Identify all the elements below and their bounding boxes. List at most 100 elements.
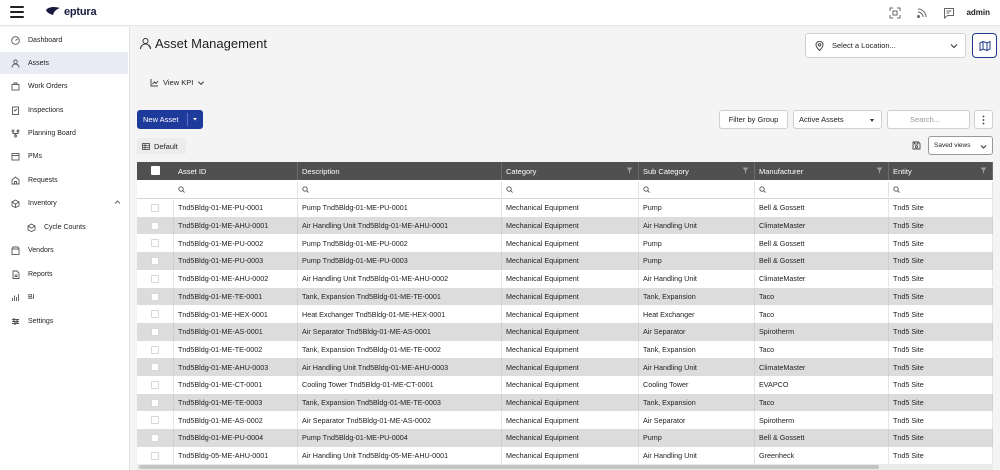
row-checkbox[interactable] [151, 451, 159, 460]
select-all-checkbox[interactable] [151, 166, 160, 175]
row-checkbox[interactable] [151, 434, 159, 443]
row-checkbox[interactable] [151, 363, 159, 372]
filter-icon[interactable] [626, 167, 633, 174]
sidebar-item-assets[interactable]: Assets [0, 52, 128, 74]
cell-description: Air Separator Tnd5Bldg-01-ME-AS-0002 [302, 415, 431, 425]
table-row[interactable]: Tnd5Bldg-01-ME-PU-0003 Pump Tnd5Bldg-01-M… [137, 252, 993, 270]
column-filter-sub-category[interactable] [639, 182, 755, 197]
sidebar-item-planning-board[interactable]: Planning Board [0, 122, 128, 144]
view-kpi-toggle[interactable]: View KPI [150, 78, 205, 87]
column-filter-entity[interactable] [889, 182, 993, 197]
table-row[interactable]: Tnd5Bldg-01-ME-AHU-0002 Air Handling Unit… [137, 269, 993, 288]
active-assets-select[interactable]: Active Assets [793, 110, 882, 129]
sidebar-item-requests[interactable]: Requests [0, 169, 128, 191]
column-header-category[interactable]: Category [502, 162, 639, 180]
caret-down-icon[interactable] [191, 115, 199, 123]
default-view-tab[interactable]: Default [137, 138, 186, 154]
row-checkbox[interactable] [151, 381, 159, 389]
saved-views-select[interactable]: Saved views [928, 136, 993, 155]
row-checkbox[interactable] [151, 345, 159, 354]
user-name[interactable]: admin [966, 8, 990, 17]
column-filter-manufacturer[interactable] [755, 182, 889, 197]
more-options-button[interactable] [974, 110, 993, 129]
filter-icon[interactable] [876, 167, 883, 174]
chart-icon [150, 79, 159, 87]
cell-asset-id: Tnd5Bldg-01-ME-AS-0002 [178, 415, 263, 425]
sidebar-item-vendors[interactable]: Vendors [0, 239, 128, 261]
search-input[interactable] [887, 110, 970, 129]
sidebar-item-pms[interactable]: PMs [0, 145, 128, 167]
dashboard-icon [11, 35, 20, 45]
column-filter-description[interactable] [298, 182, 502, 197]
sidebar-item-cycle-counts[interactable]: Cycle Counts [0, 216, 128, 238]
save-icon [912, 141, 920, 149]
qr-scan-icon[interactable] [889, 7, 901, 19]
row-checkbox[interactable] [151, 257, 159, 266]
cell-entity: Tnd5 Site [893, 433, 924, 443]
cell-asset-id: Tnd5Bldg-01-ME-TE-0001 [178, 291, 263, 301]
cell-entity: Tnd5 Site [893, 380, 924, 390]
menu-icon[interactable] [10, 6, 24, 18]
filter-icon[interactable] [742, 167, 749, 174]
sidebar-item-label: Requests [28, 176, 58, 184]
column-header-label: Category [506, 166, 537, 176]
sidebar-item-reports[interactable]: Reports [0, 263, 128, 285]
table-row[interactable]: Tnd5Bldg-01-ME-CT-0001 Cooling Tower Tnd5… [137, 376, 993, 394]
filter-icon[interactable] [980, 167, 987, 174]
column-header-manufacturer[interactable]: Manufacturer [755, 162, 889, 180]
table-row[interactable]: Tnd5Bldg-01-ME-PU-0004 Pump Tnd5Bldg-01-M… [137, 429, 993, 447]
row-checkbox[interactable] [151, 204, 159, 212]
cell-description: Tank, Expansion Tnd5Bldg-01-ME-TE-0003 [302, 398, 441, 408]
sidebar-item-inspections[interactable]: Inspections [0, 99, 128, 121]
row-checkbox[interactable] [151, 416, 159, 425]
search-icon [506, 186, 513, 193]
column-filter-asset-id[interactable] [174, 182, 298, 197]
table-row[interactable]: Tnd5Bldg-01-ME-TE-0001 Tank, Expansion Tn… [137, 287, 993, 306]
cell-category: Mechanical Equipment [506, 415, 579, 425]
table-row[interactable]: Tnd5Bldg-01-ME-AS-0001 Air Separator Tnd5… [137, 322, 993, 341]
cell-asset-id: Tnd5Bldg-01-ME-PU-0002 [178, 238, 264, 248]
scrollbar-thumb[interactable] [139, 465, 879, 469]
cell-manufacturer: ClimateMaster [759, 221, 806, 231]
filter-by-group-button[interactable]: Filter by Group [719, 110, 788, 129]
table-row[interactable]: Tnd5Bldg-01-ME-TE-0002 Tank, Expansion Tn… [137, 340, 993, 359]
column-filter-category[interactable] [502, 182, 639, 197]
table-row[interactable]: Tnd5Bldg-01-ME-HEX-0001 Heat Exchanger Tn… [137, 305, 993, 323]
row-checkbox[interactable] [151, 239, 159, 248]
location-select[interactable]: Select a Location... [805, 33, 966, 58]
asset-grid: Asset ID Description Category Sub Catego… [137, 162, 993, 470]
cell-sub-category: Air Handling Unit [643, 274, 697, 284]
sidebar-item-work-orders[interactable]: Work Orders [0, 75, 128, 97]
row-checkbox[interactable] [151, 310, 159, 319]
sidebar-item-settings[interactable]: Settings [0, 310, 128, 332]
save-view-button[interactable] [907, 136, 925, 154]
row-checkbox[interactable] [151, 292, 159, 301]
horizontal-scrollbar[interactable] [137, 464, 993, 470]
table-row[interactable]: Tnd5Bldg-01-ME-AHU-0003 Air Handling Unit… [137, 358, 993, 376]
chevron-up-icon[interactable] [114, 199, 121, 206]
column-header-sub-category[interactable]: Sub Category [639, 162, 755, 180]
row-checkbox[interactable] [151, 221, 159, 230]
column-header-asset-id[interactable]: Asset ID [174, 162, 298, 180]
column-header-entity[interactable]: Entity [889, 162, 993, 180]
table-row[interactable]: Tnd5Bldg-01-ME-TE-0003 Tank, Expansion Tn… [137, 393, 993, 412]
table-row[interactable]: Tnd5Bldg-01-ME-PU-0001 Pump Tnd5Bldg-01-M… [137, 199, 993, 217]
sidebar-item-bi[interactable]: BI [0, 286, 128, 308]
table-row[interactable]: Tnd5Bldg-01-ME-PU-0002 Pump Tnd5Bldg-01-M… [137, 234, 993, 253]
cell-description: Tank, Expansion Tnd5Bldg-01-ME-TE-0002 [302, 344, 441, 354]
table-row[interactable]: Tnd5Bldg-01-ME-AS-0002 Air Separator Tnd5… [137, 411, 993, 430]
cell-sub-category: Air Handling Unit [643, 451, 697, 461]
row-checkbox[interactable] [151, 398, 159, 407]
new-asset-button[interactable]: New Asset [137, 110, 203, 129]
sidebar-item-dashboard[interactable]: Dashboard [0, 29, 128, 51]
chat-icon[interactable] [943, 7, 955, 19]
map-view-button[interactable] [972, 33, 997, 58]
row-checkbox[interactable] [151, 327, 159, 336]
rss-feed-icon[interactable] [916, 7, 928, 19]
row-checkbox[interactable] [151, 274, 159, 283]
sidebar-item-inventory[interactable]: Inventory [0, 192, 128, 214]
column-header-description[interactable]: Description [298, 162, 502, 180]
table-row[interactable]: Tnd5Bldg-05-ME-AHU-0001 Air Handling Unit… [137, 446, 993, 465]
cell-description: Pump Tnd5Bldg-01-ME-PU-0003 [302, 256, 408, 266]
table-row[interactable]: Tnd5Bldg-01-ME-AHU-0001 Air Handling Unit… [137, 216, 993, 235]
